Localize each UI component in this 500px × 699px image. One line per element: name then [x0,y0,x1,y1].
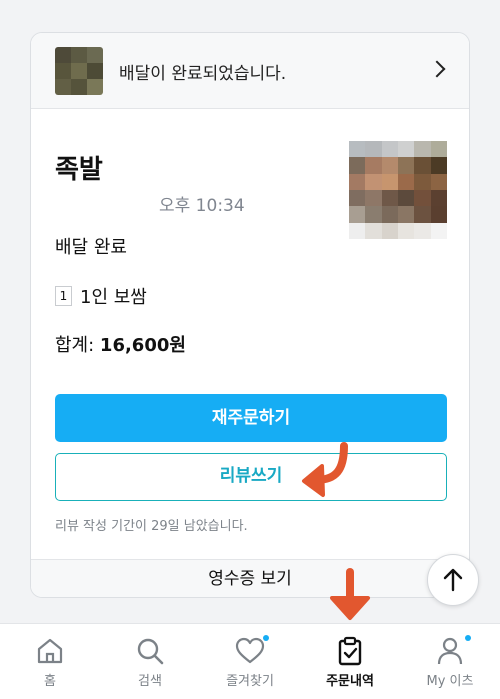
store-name: 족발 [55,155,103,185]
food-thumbnail [349,141,447,239]
quantity-badge: 1 [55,286,72,306]
write-review-button[interactable]: 리뷰쓰기 [55,453,447,501]
arrow-up-icon [443,568,463,592]
nav-favorites[interactable]: 즐겨찾기 [200,624,300,699]
reorder-button[interactable]: 재주문하기 [55,394,447,442]
nav-my-eats[interactable]: My 이츠 [400,624,500,699]
delivery-banner[interactable]: 배달이 완료되었습니다. [31,33,469,109]
order-total: 합계: 16,600원 [55,331,186,357]
delivery-status: 배달 완료 [55,237,127,258]
scroll-to-top-button[interactable] [427,554,479,606]
nav-my-eats-label: My 이츠 [426,674,474,689]
order-time: 오후 10:34 [159,196,245,216]
order-item: 1 1인 보쌈 [55,283,147,309]
view-receipt-button[interactable]: 영수증 보기 [31,559,469,597]
nav-favorites-label: 즐겨찾기 [226,674,274,689]
nav-orders-label: 주문내역 [326,674,374,689]
notification-dot [263,635,269,641]
clipboard-check-icon [338,636,362,666]
chevron-right-icon [428,60,446,78]
total-label: 합계: [55,335,95,356]
food-thumbnail [55,47,103,95]
home-icon [37,638,63,664]
bottom-nav: 홈 검색 즐겨찾기 주문내역 My 이츠 [0,623,500,699]
nav-search[interactable]: 검색 [100,624,200,699]
total-amount: 16,600원 [99,335,186,356]
item-name: 1인 보쌈 [80,287,147,308]
annotation-arrowhead-orders [330,596,370,620]
nav-orders[interactable]: 주문내역 [300,624,400,699]
nav-search-label: 검색 [138,674,162,689]
person-icon [437,637,463,665]
heart-icon [235,637,265,664]
order-card: 배달이 완료되었습니다. 족발 오후 10:34 배달 완료 1 1인 보쌈 합… [30,32,470,598]
nav-home-label: 홈 [44,674,56,689]
review-deadline-note: 리뷰 작성 기간이 29일 남았습니다. [55,519,248,534]
nav-home[interactable]: 홈 [0,624,100,699]
search-icon [137,638,164,665]
top-strip [0,0,500,8]
banner-message: 배달이 완료되었습니다. [119,64,287,84]
notification-dot [465,635,471,641]
